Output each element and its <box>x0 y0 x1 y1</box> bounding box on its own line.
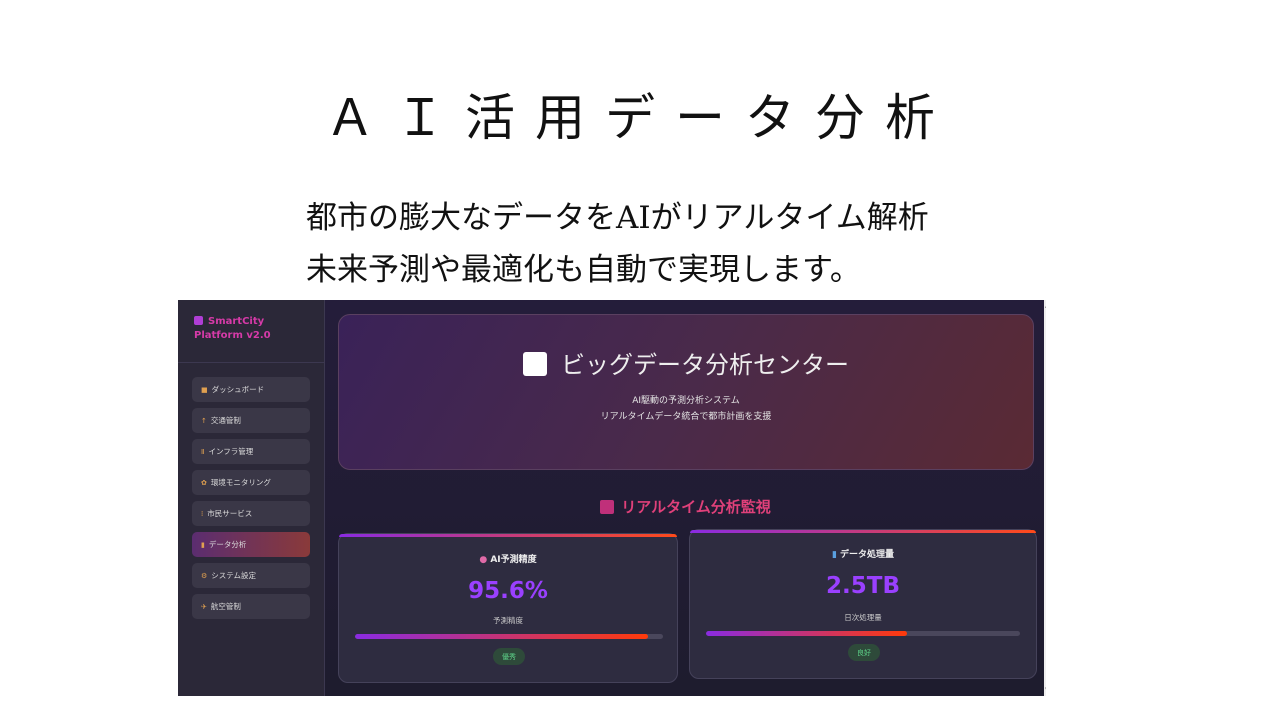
sidebar-item[interactable]: ■ ダッシュボード <box>192 377 310 402</box>
hero-banner: ビッグデータ分析センター AI駆動の予測分析システム リアルタイムデータ統合で都… <box>338 314 1034 470</box>
brand-text: SmartCity Platform v2.0 <box>194 316 271 341</box>
people-icon: ⁞ <box>201 509 204 518</box>
subtitle-line-1: 都市の膨大なデータをAIがリアルタイム解析 <box>306 200 929 236</box>
card-label: ▮ データ処理量 <box>831 550 895 560</box>
section-title: リアルタイム分析監視 <box>325 496 1046 517</box>
progress-bar <box>355 634 663 639</box>
status-badge: 優秀 <box>493 648 525 665</box>
card-caption: 予測精度 <box>493 616 523 625</box>
square-icon <box>523 352 547 376</box>
sidebar-item[interactable]: Ⅱ インフラ管理 <box>192 439 310 464</box>
gear-icon: ⚙ <box>201 571 208 580</box>
scroll-down-icon[interactable]: ▼ <box>1045 686 1046 694</box>
sidebar-item-label: データ分析 <box>208 540 247 549</box>
slide-title: ＡＩ活用データ分析 <box>325 89 955 147</box>
leaf-icon: ✿ <box>201 478 207 487</box>
sidebar-item-label: 交通管制 <box>210 416 241 425</box>
sidebar-item-label: 環境モニタリング <box>210 478 271 487</box>
sidebar-item-label: システム設定 <box>211 571 257 580</box>
airplane-icon: ✈ <box>201 602 207 611</box>
hero-line-2: リアルタイムデータ統合で都市計画を支援 <box>600 412 772 422</box>
sidebar-item[interactable]: ↑ 交通管制 <box>192 408 310 433</box>
card-ai-accuracy[interactable]: ● AI予測精度 95.6% 予測精度 優秀 <box>338 533 678 683</box>
section-title-text: リアルタイム分析監視 <box>621 498 771 516</box>
card-value: 95.6% <box>468 578 548 604</box>
card-accent-bar <box>339 534 677 537</box>
sidebar-item-label: ダッシュボード <box>211 385 265 394</box>
sidebar-item[interactable]: ✿ 環境モニタリング <box>192 470 310 495</box>
card-value: 2.5TB <box>826 573 900 599</box>
progress-bar <box>706 631 1020 636</box>
sidebar-item[interactable]: ▮ データ分析 <box>192 532 310 557</box>
sidebar-item-label: 市民サービス <box>207 509 253 518</box>
slide-subtitle: 都市の膨大なデータをAIがリアルタイム解析 未来予測や最適化も自動で実現します。 <box>306 192 929 296</box>
card-accent-bar <box>690 530 1036 533</box>
card-data-volume[interactable]: ▮ データ処理量 2.5TB 日次処理量 良好 <box>689 529 1037 679</box>
section-icon <box>600 500 615 514</box>
sidebar-item-label: 航空管制 <box>210 602 241 611</box>
sidebar: SmartCity Platform v2.0 ■ ダッシュボード ↑ 交通管制 Ⅱ イン… <box>178 300 325 696</box>
dashboard-screenshot: SmartCity Platform v2.0 ■ ダッシュボード ↑ 交通管制 Ⅱ イン… <box>178 300 1046 696</box>
main-content: ビッグデータ分析センター AI駆動の予測分析システム リアルタイムデータ統合で都… <box>325 300 1046 696</box>
sidebar-item[interactable]: ✈ 航空管制 <box>192 594 310 619</box>
status-badge: 良好 <box>848 644 880 661</box>
progress-fill <box>355 634 648 639</box>
scrollbar[interactable]: ▲ ▼ <box>1044 300 1046 696</box>
sidebar-item[interactable]: ⁞ 市民サービス <box>192 501 310 526</box>
infra-icon: Ⅱ <box>201 447 205 456</box>
sidebar-item-label: インフラ管理 <box>208 447 254 456</box>
sidebar-nav: ■ ダッシュボード ↑ 交通管制 Ⅱ インフラ管理 ✿ 環境モニタリング ⁞ 市民サービス ▮ データ… <box>192 377 310 625</box>
sidebar-divider <box>178 362 324 363</box>
progress-fill <box>706 631 907 636</box>
brand-title[interactable]: SmartCity Platform v2.0 <box>194 315 314 343</box>
logo-icon <box>194 316 203 325</box>
chart-icon: ▮ <box>831 550 841 560</box>
subtitle-line-2: 未来予測や最適化も自動で実現します。 <box>306 252 861 288</box>
card-label: ● AI予測精度 <box>479 555 537 565</box>
brain-icon: ● <box>479 555 491 565</box>
hero-title: ビッグデータ分析センター <box>339 345 1033 380</box>
hero-title-text: ビッグデータ分析センター <box>561 351 849 379</box>
hero-line-1: AI駆動の予測分析システム <box>632 396 740 406</box>
home-icon: ■ <box>201 385 208 394</box>
traffic-icon: ↑ <box>201 416 207 425</box>
chart-icon: ▮ <box>201 540 205 549</box>
card-caption: 日次処理量 <box>844 613 882 622</box>
scroll-up-icon[interactable]: ▲ <box>1045 301 1046 309</box>
sidebar-item[interactable]: ⚙ システム設定 <box>192 563 310 588</box>
